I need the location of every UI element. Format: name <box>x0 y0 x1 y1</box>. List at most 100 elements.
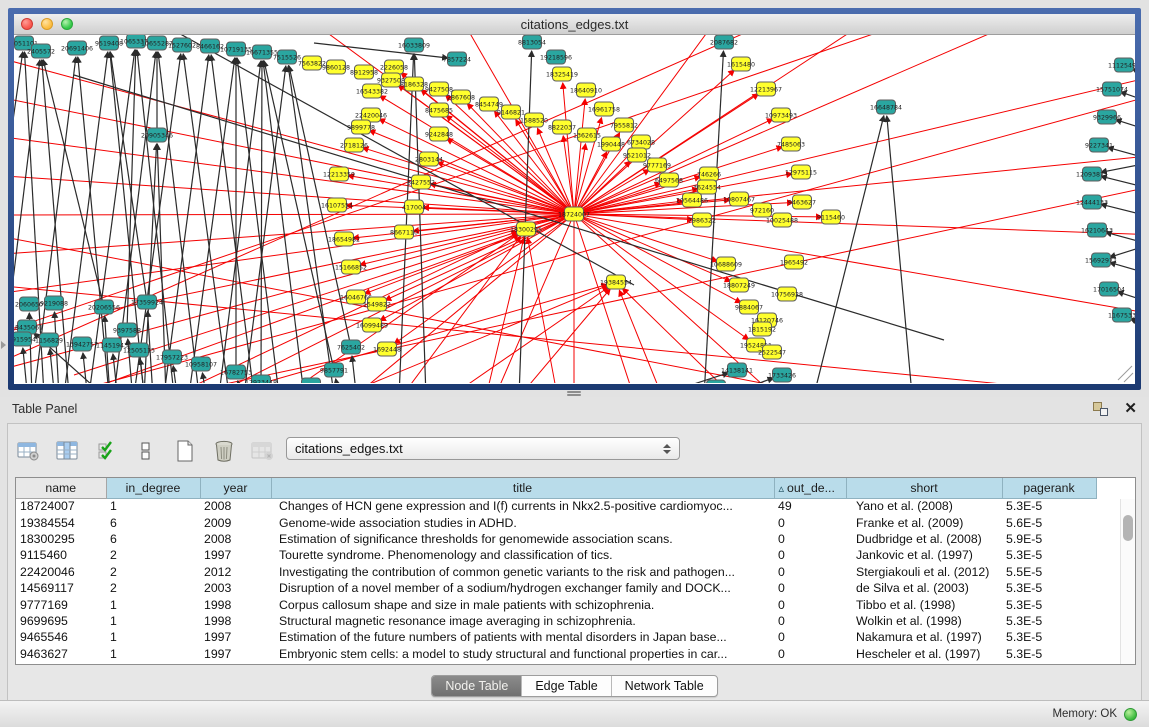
show-columns-icon[interactable] <box>55 439 81 463</box>
svg-text:1990448: 1990448 <box>597 141 625 148</box>
column-header-year[interactable]: year <box>200 478 271 498</box>
network-canvas[interactable]: 2051101240557220691406951940810653378106… <box>14 35 1135 383</box>
svg-text:2405572: 2405572 <box>27 48 55 55</box>
tab-node-table[interactable]: Node Table <box>432 676 522 696</box>
svg-text:10688609: 10688609 <box>710 261 742 268</box>
svg-text:8912958: 8912958 <box>350 69 378 76</box>
svg-text:8822037: 8822037 <box>548 124 576 131</box>
svg-text:10025488: 10025488 <box>766 217 798 224</box>
svg-text:8667110: 8667110 <box>390 229 418 236</box>
column-header-pagerank[interactable]: pagerank <box>1002 478 1096 498</box>
svg-text:1167533: 1167533 <box>1108 312 1135 319</box>
svg-text:1733426: 1733426 <box>768 372 796 379</box>
svg-text:2522547: 2522547 <box>758 349 786 356</box>
svg-text:2803144: 2803144 <box>415 156 443 163</box>
table-scrollbar[interactable] <box>1120 499 1135 664</box>
panel-title: Table Panel <box>12 402 77 416</box>
svg-text:7986322: 7986322 <box>688 217 716 224</box>
node-table-grid[interactable]: namein_degreeyeartitle▵out_de...shortpag… <box>16 478 1122 662</box>
svg-text:7485063: 7485063 <box>777 141 805 148</box>
column-header-out_de[interactable]: ▵out_de... <box>774 478 846 498</box>
svg-text:17016504: 17016504 <box>1093 286 1125 293</box>
network-canvas-svg: 2051101240557220691406951940810653378106… <box>14 35 1135 383</box>
svg-text:7857224: 7857224 <box>443 56 471 63</box>
svg-text:972160: 972160 <box>750 207 774 214</box>
svg-text:17957223: 17957223 <box>156 354 188 361</box>
tab-network-table[interactable]: Network Table <box>612 676 717 696</box>
table-selector-value: citations_edges.txt <box>295 441 403 456</box>
delete-table-icon[interactable] <box>250 439 276 463</box>
svg-text:20564486: 20564486 <box>676 197 708 204</box>
svg-text:9227341: 9227341 <box>1085 142 1113 149</box>
svg-text:9146821: 9146821 <box>497 109 525 116</box>
svg-text:20905346: 20905346 <box>141 132 173 139</box>
table-tabs: Node Table Edge Table Network Table <box>8 672 1141 700</box>
node-table: namein_degreeyeartitle▵out_de...shortpag… <box>15 477 1136 665</box>
window-title: citations_edges.txt <box>14 17 1135 32</box>
close-panel-icon[interactable]: ✕ <box>1124 402 1137 416</box>
svg-text:746266: 746266 <box>697 171 721 178</box>
svg-text:1549822: 1549822 <box>363 301 391 308</box>
svg-text:3915954: 3915954 <box>14 336 36 343</box>
memory-status-label: Memory: OK <box>1052 708 1117 720</box>
svg-text:16961758: 16961758 <box>588 106 620 113</box>
table-row[interactable]: 1872400712008Changes of HCN gene express… <box>16 498 1122 514</box>
new-column-icon[interactable] <box>172 439 198 463</box>
row-mode-icon[interactable] <box>133 439 159 463</box>
svg-text:1588520: 1588520 <box>520 117 548 124</box>
table-row[interactable]: 1830029562008Estimation of significance … <box>16 531 1122 547</box>
window-titlebar[interactable]: citations_edges.txt <box>14 14 1135 35</box>
table-row[interactable]: 911546021997Tourette syndrome. Phenomeno… <box>16 547 1122 563</box>
table-row[interactable]: 977716911998Corpus callosum shape and si… <box>16 596 1122 612</box>
table-row[interactable]: 1938455462009Genome-wide association stu… <box>16 514 1122 530</box>
svg-text:9519408: 9519408 <box>95 40 123 47</box>
svg-text:8427552: 8427552 <box>407 179 435 186</box>
svg-text:12505115: 12505115 <box>123 347 155 354</box>
table-panel-header: Table Panel ✕ <box>0 397 1149 421</box>
table-row[interactable]: 946362711997Embryonic stem cells: a mode… <box>16 646 1122 662</box>
svg-text:2718126: 2718126 <box>340 142 368 149</box>
svg-text:12093871: 12093871 <box>1076 171 1108 178</box>
svg-text:8186328: 8186328 <box>400 81 428 88</box>
table-row[interactable]: 2242004622012Investigating the contribut… <box>16 564 1122 580</box>
delete-column-icon[interactable] <box>211 439 237 463</box>
tab-edge-table[interactable]: Edge Table <box>522 676 611 696</box>
table-mode-icon[interactable] <box>16 439 42 463</box>
svg-text:1362615: 1362615 <box>573 132 601 139</box>
column-header-title[interactable]: title <box>271 478 774 498</box>
svg-text:8813054: 8813054 <box>518 39 546 46</box>
svg-text:1156829: 1156829 <box>35 337 63 344</box>
svg-text:9777169: 9777169 <box>643 162 671 169</box>
collapse-arrow-icon[interactable] <box>1 341 6 349</box>
table-row[interactable]: 1456911722003Disruption of a novel membe… <box>16 580 1122 596</box>
svg-text:9857791: 9857791 <box>320 367 348 374</box>
combo-arrows-icon <box>663 444 671 454</box>
table-row[interactable]: 946554611997Estimation of the future num… <box>16 629 1122 645</box>
table-toolbar: f(x) <box>16 436 315 466</box>
svg-text:9329966: 9329966 <box>1093 114 1121 121</box>
table-selector[interactable]: citations_edges.txt <box>286 437 680 460</box>
column-header-name[interactable]: name <box>16 478 106 498</box>
network-view-window: citations_edges.txt 20511012405572206914… <box>8 8 1141 390</box>
svg-text:16648784: 16648784 <box>870 104 902 111</box>
svg-text:1815192: 1815192 <box>748 326 776 333</box>
svg-text:9860128: 9860128 <box>322 64 350 71</box>
svg-text:1527602: 1527602 <box>168 42 196 49</box>
svg-text:13942757: 13942757 <box>66 341 98 348</box>
table-scrollbar-thumb[interactable] <box>1123 515 1133 541</box>
svg-text:15751074: 15751074 <box>1096 86 1128 93</box>
svg-text:19218596: 19218596 <box>540 54 572 61</box>
select-columns-icon[interactable] <box>94 439 120 463</box>
svg-text:2867608: 2867608 <box>447 94 475 101</box>
column-header-in_degree[interactable]: in_degree <box>106 478 200 498</box>
table-row[interactable]: 969969511998Structural magnetic resonanc… <box>16 613 1122 629</box>
svg-text:17359924: 17359924 <box>131 299 163 306</box>
svg-text:9521012: 9521012 <box>623 152 651 159</box>
svg-text:18300295: 18300295 <box>510 226 542 233</box>
svg-text:18654982: 18654982 <box>328 236 360 243</box>
float-panel-icon[interactable] <box>1093 402 1108 416</box>
svg-text:417004: 417004 <box>402 204 426 211</box>
column-header-short[interactable]: short <box>846 478 1002 498</box>
splitter-handle[interactable] <box>567 390 581 396</box>
svg-text:6734028: 6734028 <box>627 139 655 146</box>
